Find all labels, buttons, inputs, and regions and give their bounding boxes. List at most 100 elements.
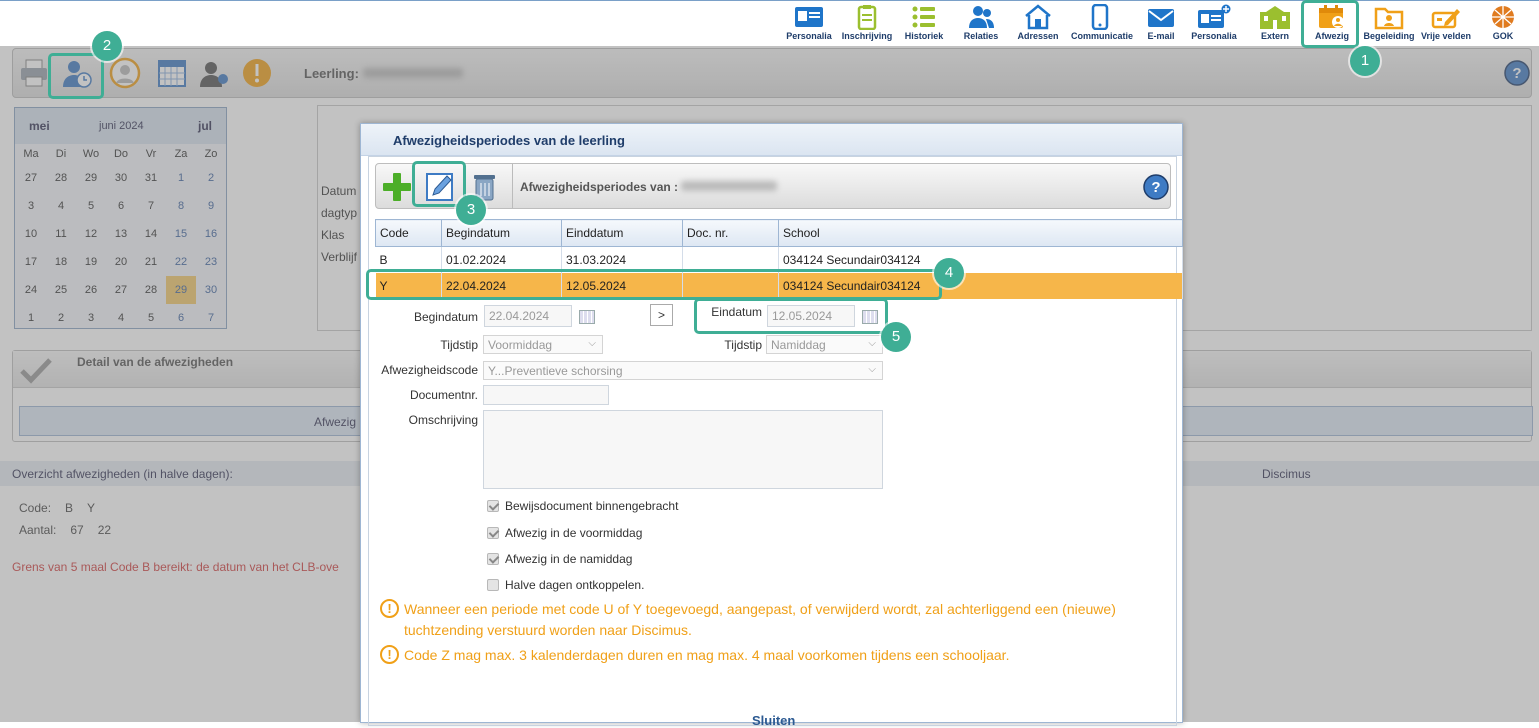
checkbox-box[interactable] <box>487 527 499 539</box>
time-begin-label: Tijdstip <box>440 338 478 352</box>
chevron-down-icon: ⌵ <box>588 338 596 349</box>
dialog-toolbar-title-text: Afwezigheidsperiodes van : <box>520 180 679 194</box>
highlight-edit <box>412 161 466 207</box>
chevron-down-icon: ⌵ <box>868 364 876 375</box>
svg-text:?: ? <box>1151 179 1160 196</box>
dialog-body: Afwezigheidsperiodes van : ? Code Begind… <box>368 156 1183 728</box>
nav-inschrijving[interactable]: Inschrijving <box>838 4 896 41</box>
nav-label: Historiek <box>904 31 944 41</box>
highlight-selected-row <box>366 269 942 300</box>
time-begin-value: Voormiddag <box>488 338 553 352</box>
warning-icon: ! <box>380 645 399 664</box>
time-end-select[interactable]: Namiddag ⌵ <box>766 335 883 354</box>
dialog-toolbar-title: Afwezigheidsperiodes van : <box>520 180 778 194</box>
step-badge: 4 <box>934 258 964 288</box>
column-header[interactable]: School <box>778 219 1183 247</box>
nav-personalia[interactable]: Personalia <box>780 4 838 41</box>
nav-label: GOK <box>1492 31 1514 41</box>
nav-label: Relaties <box>963 31 999 41</box>
checkbox-label: Afwezig in de namiddag <box>505 552 633 566</box>
people-icon <box>969 6 994 28</box>
id-card-icon <box>795 7 823 27</box>
add-icon[interactable] <box>381 171 413 203</box>
column-header[interactable]: Code <box>375 219 442 247</box>
checkbox-label: Bewijsdocument binnengebracht <box>505 499 679 513</box>
checkbox-proof-document[interactable]: Bewijsdocument binnengebracht <box>487 499 678 513</box>
highlight-afwezig <box>1301 0 1359 48</box>
nav-relaties[interactable]: Relaties <box>952 4 1010 41</box>
redacted-student-name <box>681 181 778 191</box>
column-header[interactable]: Doc. nr. <box>682 219 779 247</box>
envelope-icon <box>1148 9 1174 27</box>
warning-text: Code Z mag max. 3 kalenderdagen duren en… <box>404 647 1010 663</box>
nav-label: Adressen <box>1017 31 1059 41</box>
folder-person-icon <box>1374 7 1404 30</box>
nav-extern[interactable]: Extern <box>1246 4 1304 41</box>
absence-code-label: Afwezigheidscode <box>381 363 478 377</box>
time-end-value: Namiddag <box>771 338 826 352</box>
warning-text: Wanneer een periode met code U of Y toeg… <box>404 601 1116 638</box>
id-card-plus-icon <box>1198 4 1231 28</box>
document-number-label: Documentnr. <box>409 388 478 402</box>
nav-label: Communicatie <box>1071 31 1134 41</box>
nav-personalia-plus[interactable]: Personalia <box>1185 4 1243 41</box>
warning-icon: ! <box>380 599 399 618</box>
toolbar-separator <box>512 164 513 208</box>
dialog-toolbar: Afwezigheidsperiodes van : ? <box>375 163 1171 209</box>
house-icon <box>1025 4 1051 30</box>
checkbox-decouple-half-days[interactable]: Halve dagen ontkoppelen. <box>487 578 644 592</box>
calendar-picker-icon[interactable] <box>579 310 595 324</box>
highlight-end-date <box>694 298 888 334</box>
clipboard-icon <box>857 5 877 30</box>
dialog-title: Afwezigheidsperiodes van de leerling <box>361 124 1182 156</box>
checkbox-morning[interactable]: Afwezig in de voormiddag <box>487 526 642 540</box>
nav-gok[interactable]: GOK <box>1474 4 1532 41</box>
pencil-form-icon <box>1431 9 1460 29</box>
nav-adressen[interactable]: Adressen <box>1009 4 1067 41</box>
nav-label: Personalia <box>786 31 832 41</box>
column-header[interactable]: Einddatum <box>561 219 683 247</box>
list-icon <box>912 6 935 28</box>
checkbox-box[interactable] <box>487 553 499 565</box>
nav-label: Inschrijving <box>841 31 893 41</box>
code-z-warning: ! Code Z mag max. 3 kalenderdagen duren e… <box>380 645 1160 666</box>
step-badge: 5 <box>881 322 911 352</box>
chevron-down-icon: ⌵ <box>868 338 876 349</box>
nav-label: Vrije velden <box>1420 31 1472 41</box>
checkbox-afternoon[interactable]: Afwezig in de namiddag <box>487 552 632 566</box>
description-textarea[interactable] <box>483 410 883 489</box>
step-badge: 3 <box>456 195 486 225</box>
nav-label: Begeleiding <box>1363 31 1415 41</box>
nav-begeleiding[interactable]: Begeleiding <box>1360 4 1418 41</box>
nav-label: Extern <box>1260 31 1289 41</box>
phone-icon <box>1091 4 1109 30</box>
highlight-person-clock <box>48 53 104 99</box>
absence-code-value: Y...Preventieve schorsing <box>488 364 623 378</box>
step-badge: 2 <box>92 31 122 61</box>
step-badge: 1 <box>1350 46 1380 76</box>
globe-icon <box>1492 6 1514 28</box>
document-number-field[interactable] <box>483 385 609 405</box>
begin-date-field[interactable]: 22.04.2024 <box>484 305 572 327</box>
nav-historiek[interactable]: Historiek <box>895 4 953 41</box>
checkbox-label: Afwezig in de voormiddag <box>505 526 643 540</box>
checkbox-box[interactable] <box>487 579 499 591</box>
help-icon[interactable]: ? <box>1142 173 1170 201</box>
discimus-warning: ! Wanneer een periode met code U of Y toe… <box>380 599 1160 641</box>
begin-date-label: Begindatum <box>413 310 478 324</box>
absence-code-select[interactable]: Y...Preventieve schorsing ⌵ <box>483 361 883 380</box>
nav-label: Personalia <box>1191 31 1237 41</box>
table-header-row: Code Begindatum Einddatum Doc. nr. Schoo… <box>375 219 1183 247</box>
time-begin-select[interactable]: Voormiddag ⌵ <box>483 335 603 354</box>
nav-communicatie[interactable]: Communicatie <box>1071 4 1134 41</box>
nav-vrije-velden[interactable]: Vrije velden <box>1417 4 1475 41</box>
time-end-label: Tijdstip <box>724 338 762 352</box>
building-icon <box>1260 6 1290 29</box>
nav-email[interactable]: E-mail <box>1132 4 1190 41</box>
checkbox-label: Halve dagen ontkoppelen. <box>505 578 645 592</box>
column-header[interactable]: Begindatum <box>441 219 562 247</box>
copy-date-button[interactable]: > <box>650 304 673 326</box>
checkbox-box[interactable] <box>487 500 499 512</box>
close-button[interactable]: Sluiten <box>752 713 795 728</box>
description-label: Omschrijving <box>408 413 478 427</box>
